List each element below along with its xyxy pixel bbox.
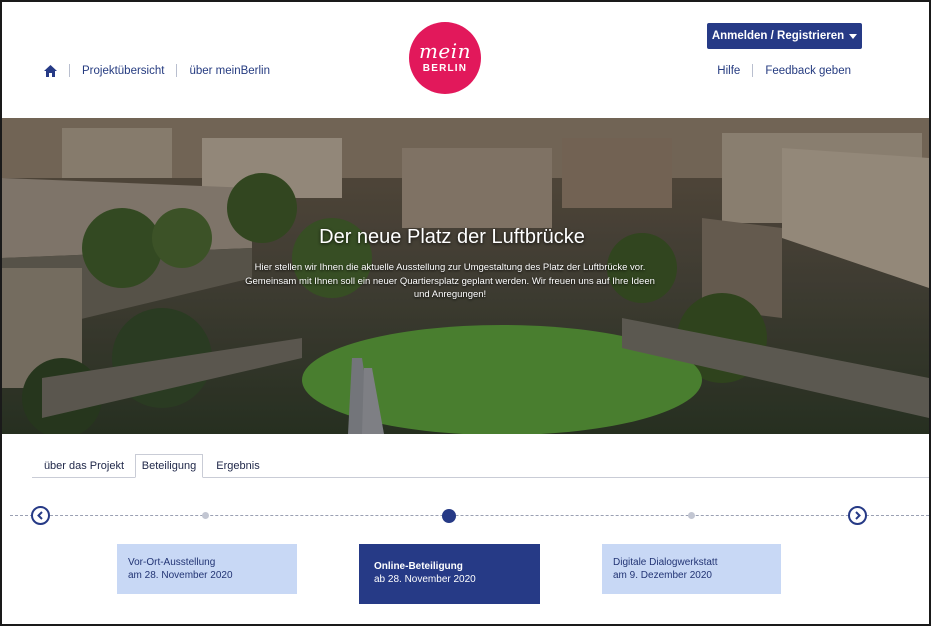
- login-register-button[interactable]: Anmelden / Registrieren: [707, 23, 862, 49]
- nav-divider: [69, 64, 70, 77]
- meinberlin-logo[interactable]: mein BERLIN: [409, 22, 481, 94]
- home-icon[interactable]: [44, 64, 57, 77]
- service-nav: Hilfe Feedback geben: [717, 64, 851, 77]
- login-register-label: Anmelden / Registrieren: [711, 30, 845, 42]
- timeline-dot-dialogwerkstatt[interactable]: [688, 512, 695, 519]
- page-frame: Projektübersicht über meinBerlin mein BE…: [0, 0, 931, 626]
- site-header: Projektübersicht über meinBerlin mein BE…: [2, 2, 929, 118]
- tab-ueber-das-projekt[interactable]: über das Projekt: [38, 454, 130, 478]
- nav-link-ueber-meinberlin[interactable]: über meinBerlin: [189, 65, 270, 77]
- hero-banner: Der neue Platz der Luftbrücke Hier stell…: [2, 118, 929, 434]
- timeline-next-button[interactable]: [848, 506, 867, 525]
- nav-divider: [176, 64, 178, 77]
- hero-description: Hier stellen wir Ihnen die aktuelle Auss…: [245, 262, 655, 300]
- nav-link-projektuebersicht[interactable]: Projektübersicht: [82, 65, 164, 77]
- phase-title: Online-Beteiligung: [374, 561, 463, 572]
- timeline-dot-online-active[interactable]: [442, 509, 456, 523]
- phase-title: Vor-Ort-Ausstellung: [128, 557, 216, 568]
- nav-divider: [752, 64, 754, 77]
- chevron-right-icon: [855, 511, 861, 520]
- tab-beteiligung[interactable]: Beteiligung: [135, 454, 203, 478]
- project-tabs: über das Projekt Beteiligung Ergebnis: [2, 434, 929, 478]
- phase-card-vor-ort[interactable]: Vor-Ort-Ausstellung am 28. November 2020: [117, 544, 297, 594]
- timeline-prev-button[interactable]: [31, 506, 50, 525]
- phase-date: am 9. Dezember 2020: [613, 570, 712, 581]
- timeline-dot-vor-ort[interactable]: [202, 512, 209, 519]
- caret-down-icon: [849, 33, 858, 39]
- logo-text-berlin: BERLIN: [422, 63, 468, 74]
- hero-title: Der neue Platz der Luftbrücke: [319, 226, 585, 248]
- phase-date: ab 28. November 2020: [374, 574, 476, 585]
- phase-card-online-active[interactable]: Online-Beteiligung ab 28. November 2020: [359, 544, 540, 604]
- nav-link-feedback[interactable]: Feedback geben: [765, 65, 851, 77]
- phase-title: Digitale Dialogwerkstatt: [613, 557, 718, 568]
- phase-date: am 28. November 2020: [128, 570, 233, 581]
- main-nav: Projektübersicht über meinBerlin: [44, 64, 270, 77]
- logo-text-mein: mein: [418, 39, 472, 63]
- phase-timeline: Vor-Ort-Ausstellung am 28. November 2020…: [2, 478, 929, 624]
- nav-link-hilfe[interactable]: Hilfe: [717, 65, 740, 77]
- chevron-left-icon: [37, 511, 43, 520]
- tab-ergebnis[interactable]: Ergebnis: [208, 454, 268, 478]
- phase-card-dialogwerkstatt[interactable]: Digitale Dialogwerkstatt am 9. Dezember …: [602, 544, 781, 594]
- timeline-line: [10, 515, 929, 516]
